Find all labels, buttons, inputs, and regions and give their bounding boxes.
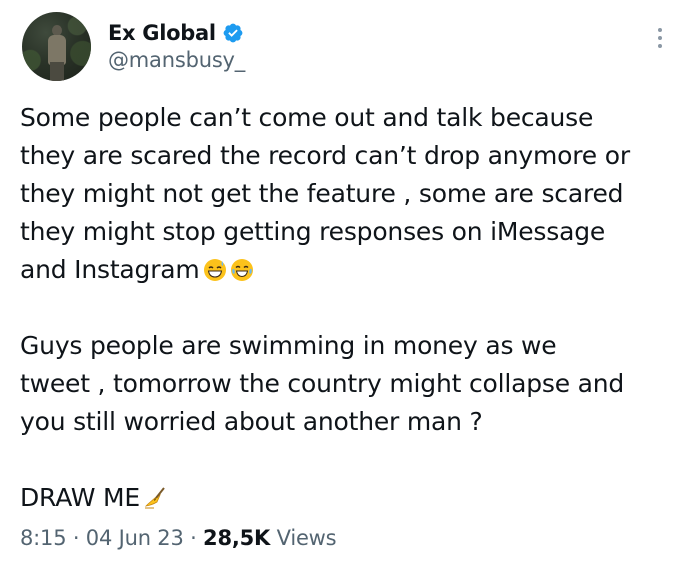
text-line: they might not get the feature , some ar…: [20, 179, 624, 208]
text-line-with-emoji: DRAW ME: [20, 479, 680, 517]
tweet-paragraph-1: Some people can’t come out and talk beca…: [20, 99, 680, 289]
views-count[interactable]: 28,5K: [203, 526, 270, 550]
verified-badge-icon: [223, 23, 243, 43]
text-line-with-emoji: and Instagram: [20, 251, 680, 289]
text-line: they might stop getting responses on iMe…: [20, 217, 606, 246]
more-dot: [658, 36, 662, 40]
more-dot: [658, 44, 662, 48]
meta-separator: ·: [183, 526, 204, 550]
tweet-time[interactable]: 8:15: [20, 526, 67, 550]
views-label: Views: [270, 526, 337, 550]
text-line: they are scared the record can’t drop an…: [20, 141, 630, 170]
tweet-meta: 8:15 · 04 Jun 23 · 28,5K Views: [20, 526, 337, 550]
more-dot: [658, 28, 662, 32]
text-line: Some people can’t come out and talk beca…: [20, 103, 594, 132]
tweet-date[interactable]: 04 Jun 23: [86, 526, 184, 550]
text-line: and Instagram: [20, 255, 200, 284]
meta-separator: ·: [66, 526, 86, 550]
tweet-paragraph-2: Guys people are swimming in money as we …: [20, 327, 680, 441]
text-line: DRAW ME: [20, 483, 140, 512]
text-line: Guys people are swimming in money as we: [20, 331, 557, 360]
avatar-figure-body: [48, 35, 66, 65]
tweet-paragraph-3: DRAW ME: [20, 479, 680, 517]
avatar[interactable]: [22, 12, 91, 81]
tweet-card: Ex Global @mansbusy_ Some people can’t c…: [0, 0, 696, 566]
writing-hand-emoji-icon: [144, 487, 165, 509]
display-name[interactable]: Ex Global: [108, 21, 216, 45]
tears-of-joy-emoji-icon: [230, 259, 253, 281]
more-options-icon[interactable]: [652, 28, 668, 58]
text-line: tweet , tomorrow the country might colla…: [20, 369, 625, 398]
avatar-figure-legs: [50, 62, 64, 81]
grinning-sweat-emoji-icon: [203, 259, 226, 281]
author-name-row[interactable]: Ex Global: [108, 17, 244, 49]
tweet-text: Some people can’t come out and talk beca…: [20, 99, 680, 517]
text-line: you still worried about another man ?: [20, 407, 483, 436]
author-handle[interactable]: @mansbusy_: [108, 48, 245, 72]
